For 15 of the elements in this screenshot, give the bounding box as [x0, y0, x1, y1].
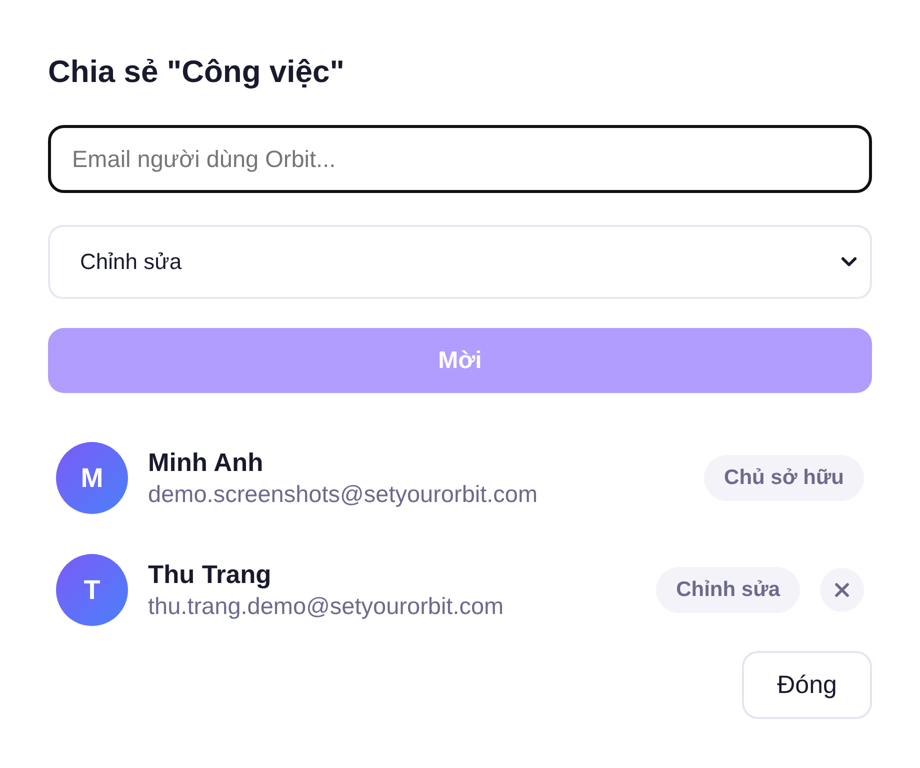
role-badge: Chỉnh sửa: [656, 567, 800, 613]
chevron-down-icon: [841, 257, 857, 267]
dialog-title: Chia sẻ "Công việc": [48, 53, 346, 91]
member-email: thu.trang.demo@setyourorbit.com: [148, 592, 505, 620]
member-email: demo.screenshots@setyourorbit.com: [148, 480, 539, 508]
avatar: M: [56, 442, 128, 514]
close-icon: [835, 583, 849, 597]
email-field[interactable]: Email người dùng Orbit...: [48, 125, 872, 193]
member-name: Thu Trang: [148, 560, 272, 590]
remove-button[interactable]: [820, 568, 864, 612]
avatar: T: [56, 554, 128, 626]
role-select[interactable]: Chỉnh sửa: [48, 225, 872, 299]
member-name: Minh Anh: [148, 448, 264, 478]
role-badge: Chủ sở hữu: [704, 455, 864, 501]
close-button[interactable]: Đóng: [742, 651, 872, 719]
